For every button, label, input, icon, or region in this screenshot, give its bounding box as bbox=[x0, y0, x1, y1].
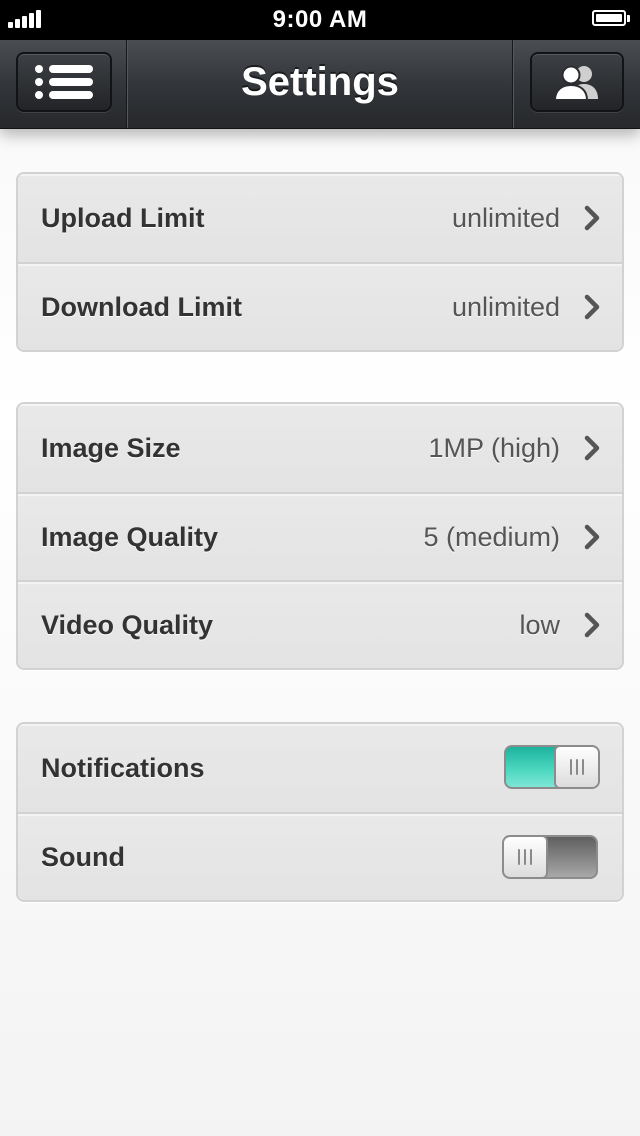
setting-label: Upload Limit bbox=[41, 202, 205, 233]
nav-divider bbox=[512, 40, 514, 128]
status-bar: 9:00 AM bbox=[0, 0, 640, 40]
setting-value: unlimited bbox=[451, 291, 560, 322]
setting-row-sound: Sound bbox=[18, 812, 622, 900]
battery-full-icon bbox=[592, 10, 632, 28]
status-time: 9:00 AM bbox=[272, 6, 368, 33]
setting-label: Image Quality bbox=[41, 521, 219, 552]
settings-group-limits: Upload Limit unlimited Download Limit un… bbox=[16, 172, 624, 352]
setting-row-video-quality[interactable]: Video Quality low bbox=[18, 580, 622, 668]
settings-group-alerts: Notifications Sound bbox=[16, 722, 624, 902]
nav-divider bbox=[126, 40, 128, 128]
setting-row-download-limit[interactable]: Download Limit unlimited bbox=[18, 262, 622, 350]
setting-row-upload-limit[interactable]: Upload Limit unlimited bbox=[18, 174, 622, 262]
setting-row-image-size[interactable]: Image Size 1MP (high) bbox=[18, 404, 622, 492]
page-title: Settings bbox=[241, 60, 399, 104]
setting-value: 5 (medium) bbox=[423, 521, 560, 552]
sound-toggle[interactable] bbox=[502, 835, 598, 879]
users-button[interactable] bbox=[530, 52, 624, 112]
chevron-right-icon bbox=[584, 205, 600, 231]
setting-label: Image Size bbox=[41, 432, 181, 463]
users-icon bbox=[553, 65, 598, 101]
toggle-knob bbox=[504, 837, 548, 877]
setting-row-image-quality[interactable]: Image Quality 5 (medium) bbox=[18, 492, 622, 580]
chevron-right-icon bbox=[584, 294, 600, 320]
setting-label: Download Limit bbox=[41, 291, 242, 322]
navigation-bar: Settings bbox=[0, 40, 640, 129]
menu-button[interactable] bbox=[16, 52, 112, 112]
setting-value: unlimited bbox=[451, 202, 560, 233]
setting-value: low bbox=[519, 609, 560, 640]
setting-row-notifications: Notifications bbox=[18, 724, 622, 812]
chevron-right-icon bbox=[584, 612, 600, 638]
setting-label: Video Quality bbox=[41, 609, 214, 640]
menu-list-icon bbox=[35, 65, 93, 99]
chevron-right-icon bbox=[584, 524, 600, 550]
setting-label: Sound bbox=[41, 841, 125, 872]
setting-label: Notifications bbox=[41, 752, 205, 783]
settings-group-media: Image Size 1MP (high) Image Quality 5 (m… bbox=[16, 402, 624, 670]
toggle-knob bbox=[554, 747, 598, 787]
notifications-toggle[interactable] bbox=[504, 745, 600, 789]
setting-value: 1MP (high) bbox=[428, 432, 560, 463]
chevron-right-icon bbox=[584, 435, 600, 461]
